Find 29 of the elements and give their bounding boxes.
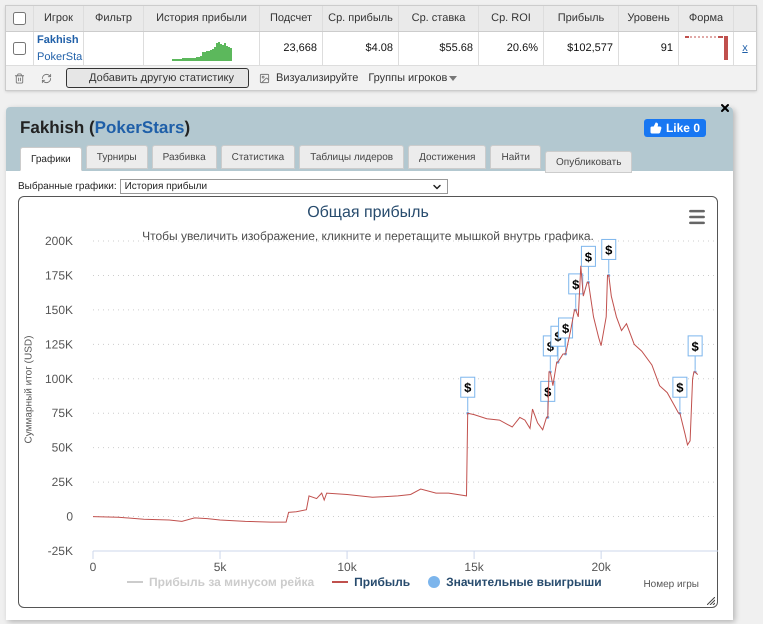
opening-paren: (: [88, 117, 95, 139]
y-tick-label: 150K: [44, 302, 73, 317]
table-cell-text: 23,668: [283, 41, 317, 56]
chart-subtitle: Чтобы увеличить изображение, кликните и перетащите мышкой внутрь графика.: [142, 228, 594, 245]
player-name: Fakhish: [20, 117, 86, 139]
y-tick-label: 100K: [44, 372, 73, 386]
x-tick-label: 10k: [337, 560, 357, 574]
y-tick-label: 75K: [52, 406, 73, 420]
chart-title: Общая прибыль: [307, 203, 429, 223]
x-tick-label: 5k: [214, 560, 226, 574]
y-tick-label: 125K: [44, 337, 73, 352]
y-tick-label: 175K: [44, 268, 73, 282]
closing-paren: ): [184, 117, 190, 139]
x-tick-label: 20k: [591, 560, 611, 574]
y-tick-label: 50K: [52, 440, 73, 455]
table-cell-text: 91: [660, 41, 673, 56]
x-axis-title: Номер игры: [643, 578, 699, 592]
select-label: Выбранные графики:: [18, 180, 117, 194]
y-axis-title: Суммарный итог (USD): [22, 334, 36, 446]
y-tick-label: 200K: [44, 234, 73, 248]
y-tick-label: 0: [66, 510, 73, 524]
table-cell-text: $55.68: [439, 41, 473, 56]
x-tick-label: 0: [90, 560, 96, 574]
table-cell-text: 20.6%: [506, 41, 538, 56]
y-tick-label: -25K: [48, 544, 73, 558]
table-cell-text: $4.08: [365, 41, 393, 56]
x-tick-label: 15k: [464, 560, 484, 574]
y-tick-label: 25K: [52, 475, 73, 490]
table-cell-text: $102,577: [567, 41, 613, 56]
